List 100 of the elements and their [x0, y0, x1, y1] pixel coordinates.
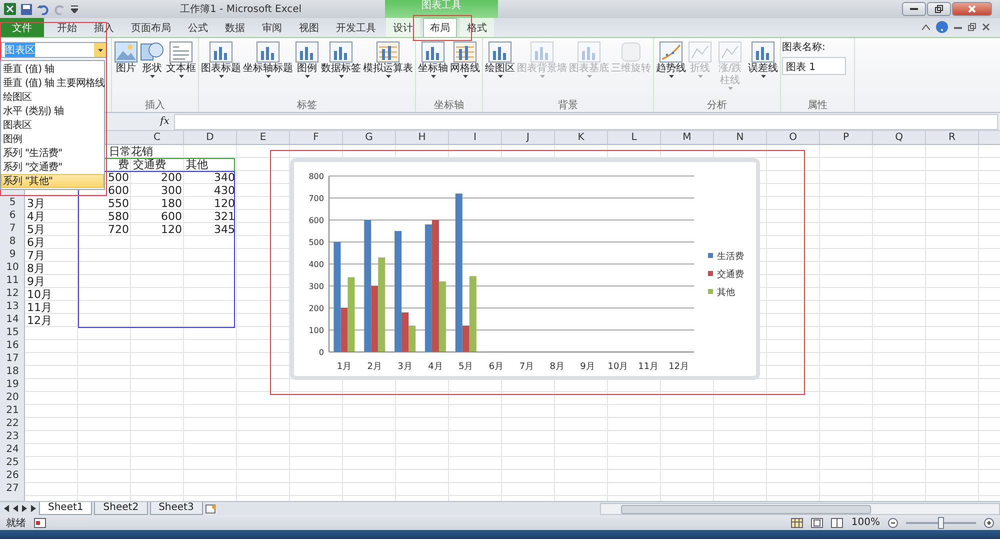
chart-area[interactable]: 0 100 200 300 400 500 600 700 800 1月 2月 3月 4月 5月 6月 7月 8月 9月 10月 11月 12月 生活费 交通费 其他 [290, 158, 760, 380]
column-header[interactable]: L [608, 131, 661, 144]
save-icon[interactable] [21, 4, 32, 14]
row-number[interactable]: 17 [0, 353, 25, 366]
sheet-tab[interactable]: Sheet3 [150, 502, 203, 515]
list-item[interactable]: 系列 "生活费" [1, 146, 104, 160]
horizontal-scrollbar[interactable] [600, 502, 1000, 514]
row-number[interactable]: 14 [0, 314, 25, 327]
page-break-icon[interactable] [831, 518, 844, 528]
collapse-ribbon-icon[interactable] [922, 24, 930, 30]
ribbon-tab[interactable]: 公式 [181, 18, 215, 37]
ribbon-button[interactable]: 数据标签 [320, 40, 362, 79]
customize-toolbar-icon[interactable] [71, 5, 78, 13]
list-item[interactable]: 系列 "交通费" [1, 160, 104, 174]
list-item[interactable]: 图例 [1, 132, 104, 146]
row-number[interactable]: 11 [0, 275, 25, 288]
row-number[interactable]: 22 [0, 418, 25, 431]
column-header[interactable]: H [396, 131, 449, 144]
column-header[interactable]: G [343, 131, 396, 144]
row-number[interactable]: 21 [0, 405, 25, 418]
close-button[interactable] [952, 2, 992, 16]
ribbon-button[interactable]: 误差线 [747, 40, 779, 79]
row-number[interactable]: 7 [0, 223, 25, 236]
minimize-button[interactable] [902, 2, 926, 16]
ribbon-tab[interactable]: 布局 [423, 18, 457, 37]
normal-view-icon[interactable] [791, 518, 804, 528]
ribbon-button[interactable]: 网格线 [449, 40, 481, 79]
ribbon-button[interactable]: 坐标轴 [417, 40, 449, 79]
page-layout-icon[interactable] [811, 518, 824, 528]
ribbon-button[interactable]: 图例 [294, 40, 320, 79]
row-number[interactable]: 8 [0, 236, 25, 249]
formula-input[interactable] [174, 114, 998, 130]
row-number[interactable]: 26 [0, 470, 25, 483]
row-number[interactable]: 6 [0, 210, 25, 223]
column-header[interactable]: R [926, 131, 979, 144]
macro-record-icon[interactable] [34, 518, 46, 528]
insert-function-label[interactable]: fx [160, 116, 174, 127]
row-number[interactable]: 25 [0, 457, 25, 470]
column-header[interactable]: O [767, 131, 820, 144]
ribbon-button[interactable]: 绘图区 [484, 40, 516, 79]
ribbon-button[interactable]: 形状 [139, 40, 165, 79]
zoom-thumb[interactable] [938, 516, 944, 528]
row-number[interactable]: 10 [0, 262, 25, 275]
ribbon-tab[interactable]: 视图 [292, 18, 326, 37]
close-icon[interactable] [982, 23, 990, 31]
sheet-tab[interactable]: Sheet2 [94, 502, 148, 515]
ribbon-tab[interactable]: 开始 [50, 18, 84, 37]
ribbon-tab[interactable]: 设计 [386, 18, 420, 37]
column-header[interactable]: M [661, 131, 714, 144]
dropdown-button[interactable] [94, 43, 106, 57]
undo-icon[interactable] [37, 4, 49, 14]
row-number[interactable]: 15 [0, 327, 25, 340]
ribbon-tab[interactable]: 页面布局 [124, 18, 178, 37]
column-header[interactable]: K [555, 131, 608, 144]
list-item[interactable]: 图表区 [1, 118, 104, 132]
column-header[interactable]: N [714, 131, 767, 144]
restore-button[interactable] [927, 2, 951, 16]
chart-name-field[interactable]: 图表 1 [782, 57, 846, 75]
ribbon-button[interactable]: 图片 [113, 40, 139, 76]
ribbon-button[interactable]: 模拟运算表 [362, 40, 414, 79]
column-header[interactable]: I [449, 131, 502, 144]
row-number[interactable]: 13 [0, 301, 25, 314]
row-number[interactable]: 9 [0, 249, 25, 262]
row-number[interactable]: 24 [0, 444, 25, 457]
zoom-out-icon[interactable] [888, 518, 898, 528]
row-number[interactable]: 27 [0, 483, 25, 496]
restore-icon[interactable] [968, 23, 976, 31]
ribbon-tab[interactable]: 开发工具 [329, 18, 383, 37]
ribbon-button[interactable]: 坐标轴标题 [242, 40, 294, 79]
list-item[interactable]: 垂直 (值) 轴 主要网格线 [1, 76, 104, 90]
column-header[interactable]: P [820, 131, 873, 144]
row-number[interactable]: 23 [0, 431, 25, 444]
row-number[interactable]: 19 [0, 379, 25, 392]
zoom-in-icon[interactable] [984, 518, 994, 528]
row-number[interactable]: 16 [0, 340, 25, 353]
row-number[interactable]: 18 [0, 366, 25, 379]
list-item[interactable]: 垂直 (值) 轴 [1, 62, 104, 76]
ribbon-button[interactable]: 图表标题 [200, 40, 242, 79]
column-header[interactable]: Q [873, 131, 926, 144]
ribbon-button[interactable]: 文本框 [165, 40, 197, 79]
list-item[interactable]: 绘图区 [1, 90, 104, 104]
zoom-level[interactable]: 100% [851, 517, 880, 528]
ribbon-tab[interactable]: 数据 [218, 18, 252, 37]
close-icon [968, 5, 976, 13]
ribbon-tab[interactable]: 审阅 [255, 18, 289, 37]
column-header[interactable]: C [131, 131, 184, 144]
ribbon-tab[interactable]: 文件 [0, 18, 44, 37]
row-number[interactable]: 20 [0, 392, 25, 405]
sheet-tab[interactable]: Sheet1 [39, 502, 92, 515]
list-item[interactable]: 系列 "其他" [1, 174, 104, 188]
insert-sheet-icon[interactable] [204, 504, 217, 514]
column-header[interactable]: E [237, 131, 290, 144]
row-number[interactable]: 12 [0, 288, 25, 301]
column-header[interactable]: F [290, 131, 343, 144]
ribbon-button[interactable]: 趋势线 [655, 40, 687, 79]
column-header[interactable]: D [184, 131, 237, 144]
list-item[interactable]: 水平 (类别) 轴 [1, 104, 104, 118]
column-header[interactable]: J [502, 131, 555, 144]
row-number[interactable]: 5 [0, 197, 25, 210]
help-icon[interactable] [936, 21, 948, 33]
